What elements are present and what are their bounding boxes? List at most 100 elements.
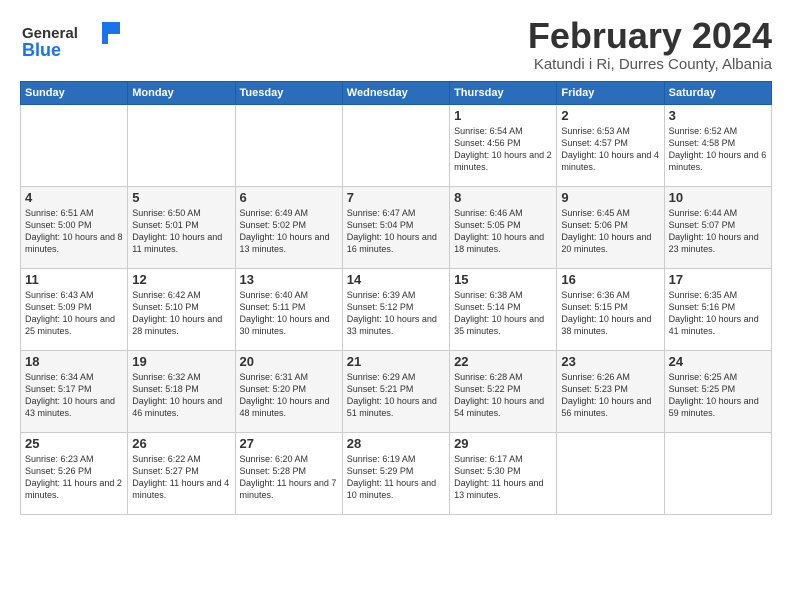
calendar-cell: 5 Sunrise: 6:50 AM Sunset: 5:01 PM Daylig… (128, 186, 235, 268)
day-number: 18 (25, 354, 123, 369)
day-info: Sunrise: 6:40 AM Sunset: 5:11 PM Dayligh… (240, 289, 338, 338)
day-number: 20 (240, 354, 338, 369)
day-number: 27 (240, 436, 338, 451)
calendar-cell: 3Sunrise: 6:52 AM Sunset: 4:58 PM Daylig… (664, 104, 771, 186)
day-info: Sunrise: 6:35 AM Sunset: 5:16 PM Dayligh… (669, 289, 767, 338)
day-info: Sunrise: 6:45 AM Sunset: 5:06 PM Dayligh… (561, 207, 659, 256)
col-tuesday: Tuesday (235, 81, 342, 104)
col-saturday: Saturday (664, 81, 771, 104)
week-row-1: 1Sunrise: 6:54 AM Sunset: 4:56 PM Daylig… (21, 104, 772, 186)
day-info: Sunrise: 6:50 AM Sunset: 5:01 PM Dayligh… (132, 207, 230, 256)
day-info: Sunrise: 6:36 AM Sunset: 5:15 PM Dayligh… (561, 289, 659, 338)
day-info: Sunrise: 6:23 AM Sunset: 5:26 PM Dayligh… (25, 453, 123, 502)
calendar-cell: 23 Sunrise: 6:26 AM Sunset: 5:23 PM Dayli… (557, 350, 664, 432)
calendar-cell: 1Sunrise: 6:54 AM Sunset: 4:56 PM Daylig… (450, 104, 557, 186)
calendar-cell: 13 Sunrise: 6:40 AM Sunset: 5:11 PM Dayli… (235, 268, 342, 350)
day-number: 25 (25, 436, 123, 451)
day-number: 17 (669, 272, 767, 287)
day-number: 24 (669, 354, 767, 369)
week-row-4: 18Sunrise: 6:34 AM Sunset: 5:17 PM Dayli… (21, 350, 772, 432)
day-info: Sunrise: 6:49 AM Sunset: 5:02 PM Dayligh… (240, 207, 338, 256)
day-number: 15 (454, 272, 552, 287)
calendar-cell: 6 Sunrise: 6:49 AM Sunset: 5:02 PM Daylig… (235, 186, 342, 268)
page-container: General Blue February 2024 Katundi i Ri,… (0, 0, 792, 525)
day-number: 5 (132, 190, 230, 205)
day-number: 21 (347, 354, 445, 369)
day-number: 11 (25, 272, 123, 287)
calendar-header-row: Sunday Monday Tuesday Wednesday Thursday… (21, 81, 772, 104)
day-number: 13 (240, 272, 338, 287)
day-number: 6 (240, 190, 338, 205)
day-number: 16 (561, 272, 659, 287)
calendar-cell: 19 Sunrise: 6:32 AM Sunset: 5:18 PM Dayli… (128, 350, 235, 432)
header-section: General Blue February 2024 Katundi i Ri,… (20, 16, 772, 73)
calendar-cell: 7 Sunrise: 6:47 AM Sunset: 5:04 PM Daylig… (342, 186, 449, 268)
day-info: Sunrise: 6:17 AM Sunset: 5:30 PM Dayligh… (454, 453, 552, 502)
calendar-cell: 10 Sunrise: 6:44 AM Sunset: 5:07 PM Dayli… (664, 186, 771, 268)
day-number: 7 (347, 190, 445, 205)
day-number: 28 (347, 436, 445, 451)
calendar-cell: 20 Sunrise: 6:31 AM Sunset: 5:20 PM Dayli… (235, 350, 342, 432)
calendar-table: Sunday Monday Tuesday Wednesday Thursday… (20, 81, 772, 515)
day-number: 12 (132, 272, 230, 287)
day-info: Sunrise: 6:53 AM Sunset: 4:57 PM Dayligh… (561, 125, 659, 174)
calendar-cell: 17 Sunrise: 6:35 AM Sunset: 5:16 PM Dayli… (664, 268, 771, 350)
calendar-cell: 14Sunrise: 6:39 AM Sunset: 5:12 PM Dayli… (342, 268, 449, 350)
calendar-cell: 24 Sunrise: 6:25 AM Sunset: 5:25 PM Dayli… (664, 350, 771, 432)
day-info: Sunrise: 6:28 AM Sunset: 5:22 PM Dayligh… (454, 371, 552, 420)
day-number: 29 (454, 436, 552, 451)
calendar-cell: 26 Sunrise: 6:22 AM Sunset: 5:27 PM Dayli… (128, 432, 235, 514)
day-info: Sunrise: 6:22 AM Sunset: 5:27 PM Dayligh… (132, 453, 230, 502)
calendar-cell: 9Sunrise: 6:45 AM Sunset: 5:06 PM Daylig… (557, 186, 664, 268)
day-info: Sunrise: 6:51 AM Sunset: 5:00 PM Dayligh… (25, 207, 123, 256)
calendar-cell (235, 104, 342, 186)
calendar-cell: 15Sunrise: 6:38 AM Sunset: 5:14 PM Dayli… (450, 268, 557, 350)
calendar-cell: 4 Sunrise: 6:51 AM Sunset: 5:00 PM Daylig… (21, 186, 128, 268)
day-number: 14 (347, 272, 445, 287)
calendar-cell: 2 Sunrise: 6:53 AM Sunset: 4:57 PM Daylig… (557, 104, 664, 186)
day-number: 22 (454, 354, 552, 369)
calendar-cell (128, 104, 235, 186)
col-sunday: Sunday (21, 81, 128, 104)
svg-text:Blue: Blue (22, 40, 61, 60)
week-row-5: 25 Sunrise: 6:23 AM Sunset: 5:26 PM Dayli… (21, 432, 772, 514)
calendar-cell (342, 104, 449, 186)
calendar-cell: 25 Sunrise: 6:23 AM Sunset: 5:26 PM Dayli… (21, 432, 128, 514)
location-title: Katundi i Ri, Durres County, Albania (528, 56, 772, 73)
col-monday: Monday (128, 81, 235, 104)
day-info: Sunrise: 6:20 AM Sunset: 5:28 PM Dayligh… (240, 453, 338, 502)
day-info: Sunrise: 6:42 AM Sunset: 5:10 PM Dayligh… (132, 289, 230, 338)
calendar-cell: 8Sunrise: 6:46 AM Sunset: 5:05 PM Daylig… (450, 186, 557, 268)
calendar-cell: 16 Sunrise: 6:36 AM Sunset: 5:15 PM Dayli… (557, 268, 664, 350)
day-info: Sunrise: 6:29 AM Sunset: 5:21 PM Dayligh… (347, 371, 445, 420)
day-info: Sunrise: 6:32 AM Sunset: 5:18 PM Dayligh… (132, 371, 230, 420)
day-number: 10 (669, 190, 767, 205)
day-info: Sunrise: 6:25 AM Sunset: 5:25 PM Dayligh… (669, 371, 767, 420)
month-title: February 2024 (528, 16, 772, 56)
day-info: Sunrise: 6:47 AM Sunset: 5:04 PM Dayligh… (347, 207, 445, 256)
calendar-cell: 28 Sunrise: 6:19 AM Sunset: 5:29 PM Dayli… (342, 432, 449, 514)
logo-svg: General Blue (20, 16, 130, 64)
day-number: 26 (132, 436, 230, 451)
title-section: February 2024 Katundi i Ri, Durres Count… (528, 16, 772, 73)
day-info: Sunrise: 6:43 AM Sunset: 5:09 PM Dayligh… (25, 289, 123, 338)
day-info: Sunrise: 6:19 AM Sunset: 5:29 PM Dayligh… (347, 453, 445, 502)
day-info: Sunrise: 6:26 AM Sunset: 5:23 PM Dayligh… (561, 371, 659, 420)
calendar-cell: 12 Sunrise: 6:42 AM Sunset: 5:10 PM Dayli… (128, 268, 235, 350)
day-number: 2 (561, 108, 659, 123)
col-wednesday: Wednesday (342, 81, 449, 104)
day-info: Sunrise: 6:52 AM Sunset: 4:58 PM Dayligh… (669, 125, 767, 174)
day-info: Sunrise: 6:44 AM Sunset: 5:07 PM Dayligh… (669, 207, 767, 256)
day-number: 4 (25, 190, 123, 205)
calendar-cell: 22 Sunrise: 6:28 AM Sunset: 5:22 PM Dayli… (450, 350, 557, 432)
week-row-2: 4 Sunrise: 6:51 AM Sunset: 5:00 PM Daylig… (21, 186, 772, 268)
calendar-cell: 21 Sunrise: 6:29 AM Sunset: 5:21 PM Dayli… (342, 350, 449, 432)
calendar-cell (557, 432, 664, 514)
day-number: 23 (561, 354, 659, 369)
day-number: 19 (132, 354, 230, 369)
calendar-cell (21, 104, 128, 186)
col-thursday: Thursday (450, 81, 557, 104)
day-info: Sunrise: 6:31 AM Sunset: 5:20 PM Dayligh… (240, 371, 338, 420)
day-info: Sunrise: 6:46 AM Sunset: 5:05 PM Dayligh… (454, 207, 552, 256)
day-info: Sunrise: 6:54 AM Sunset: 4:56 PM Dayligh… (454, 125, 552, 174)
